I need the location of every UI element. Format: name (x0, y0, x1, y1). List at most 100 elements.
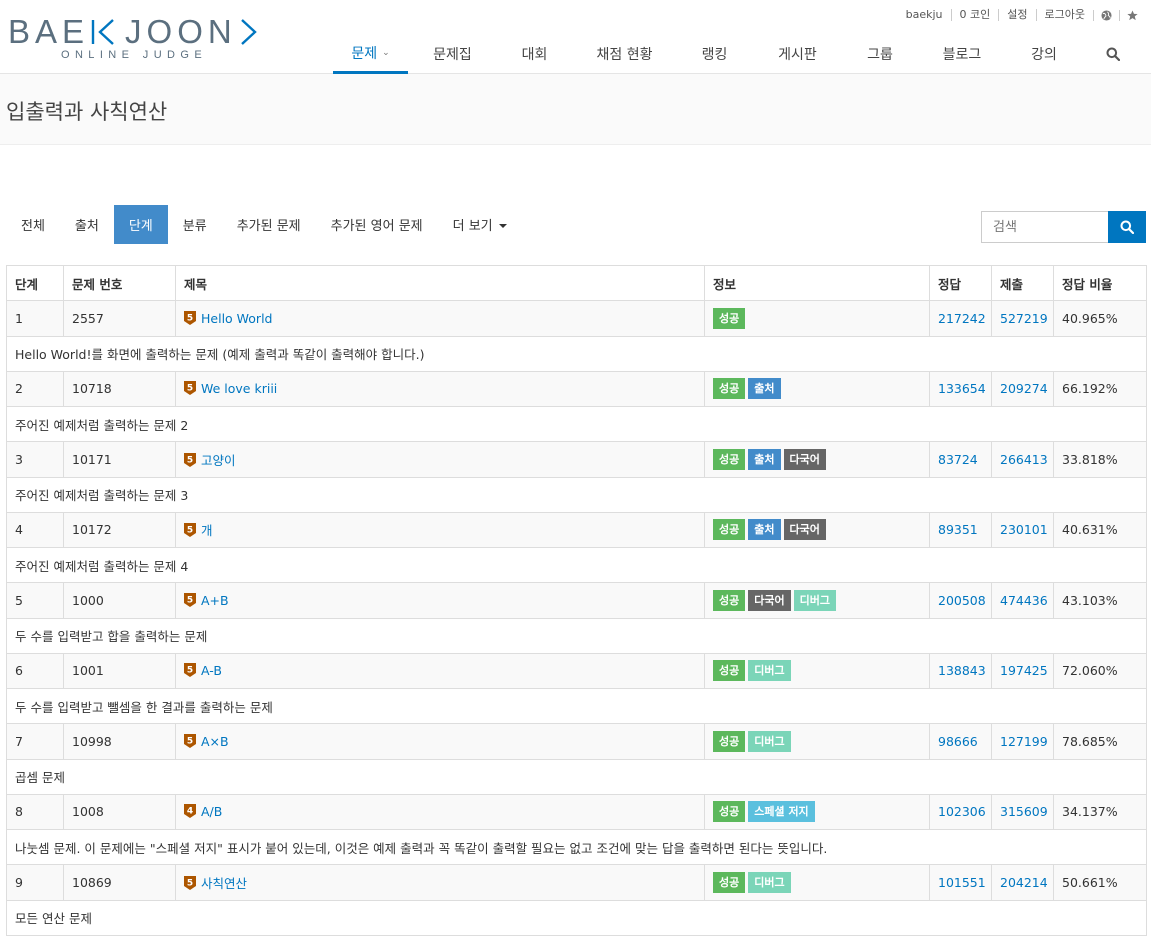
badge-success[interactable]: 성공 (713, 660, 746, 682)
user-menu-username[interactable]: baekju (898, 9, 951, 21)
badge-debug[interactable]: 디버그 (748, 871, 791, 893)
problem-description: 곱셈 문제 (6, 758, 1147, 795)
nav-blog[interactable]: 블로그 (917, 34, 1007, 74)
header-correct[interactable]: 정답 (929, 264, 992, 302)
badge-success[interactable]: 성공 (713, 730, 746, 752)
badge-debug[interactable]: 디버그 (748, 730, 791, 752)
problem-description: 두 수를 입력받고 합을 출력하는 문제 (6, 617, 1147, 654)
badge-multilang[interactable]: 다국어 (783, 519, 826, 541)
problem-description: 주어진 예제처럼 출력하는 문제 4 (6, 546, 1147, 584)
header-problem-id[interactable]: 문제 번호 (63, 264, 176, 302)
badge-success[interactable]: 성공 (713, 871, 746, 893)
problem-table: 단계 문제 번호 제목 정보 정답 제출 정답 비율 1 2557 5 Hello W… (6, 264, 1147, 936)
badge-success[interactable]: 성공 (713, 801, 746, 823)
correct-count-link[interactable]: 217242 (938, 311, 986, 326)
submit-count-link[interactable]: 209274 (1000, 381, 1048, 396)
problem-title-link[interactable]: A+B (201, 593, 229, 608)
table-row: 3 10171 5 고양이 성공 출처 다국어 83724 266413 33.818% (6, 441, 1147, 478)
submit-count-link[interactable]: 266413 (1000, 452, 1048, 467)
nav-search[interactable] (1081, 34, 1145, 74)
ratio-cell: 78.685% (1053, 723, 1147, 760)
problem-title-link[interactable]: A/B (201, 804, 222, 819)
tab-more[interactable]: 더 보기 (438, 205, 522, 244)
problem-title-link[interactable]: A-B (201, 663, 222, 678)
badge-source[interactable]: 출처 (748, 448, 781, 470)
logo[interactable]: BAE JOON ONLINE JUDGE (8, 14, 259, 61)
header-info[interactable]: 정보 (704, 264, 930, 302)
correct-count-link[interactable]: 138843 (938, 663, 986, 678)
submit-count-link[interactable]: 197425 (1000, 663, 1048, 678)
user-menu-logout[interactable]: 로그아웃 (1035, 9, 1093, 21)
problem-title-link[interactable]: 사칙연산 (201, 876, 247, 891)
tab-step[interactable]: 단계 (113, 205, 168, 244)
badge-success[interactable]: 성공 (713, 519, 746, 541)
correct-cell: 89351 (929, 511, 992, 549)
badge-success[interactable]: 성공 (713, 378, 746, 400)
user-menu-settings[interactable]: 설정 (998, 9, 1035, 21)
bronze-tier-icon: 5 (184, 523, 196, 538)
submit-count-link[interactable]: 315609 (1000, 804, 1048, 819)
badge-multilang[interactable]: 다국어 (783, 448, 826, 470)
problem-title-link[interactable]: Hello World (201, 311, 272, 326)
badge-multilang[interactable]: 다국어 (748, 589, 791, 611)
correct-count-link[interactable]: 200508 (938, 593, 986, 608)
correct-count-link[interactable]: 98666 (938, 734, 978, 749)
tab-more-label: 더 보기 (452, 219, 493, 234)
problem-id-cell: 10172 (63, 511, 176, 549)
problem-title-link[interactable]: 개 (201, 523, 213, 538)
problem-description: 모든 연산 문제 (6, 899, 1147, 936)
title-cell: 5 We love kriii (175, 370, 705, 408)
problem-description-row: 모든 연산 문제 (6, 899, 1147, 936)
tab-tag[interactable]: 분류 (168, 205, 222, 244)
nav-ranking[interactable]: 랭킹 (677, 34, 752, 74)
nav-status[interactable]: 채점 현황 (572, 34, 677, 74)
nav-problems-label: 문제 (351, 45, 378, 62)
header-submit[interactable]: 제출 (991, 264, 1054, 302)
correct-count-link[interactable]: 101551 (938, 875, 986, 890)
submit-count-link[interactable]: 474436 (1000, 593, 1048, 608)
badge-source[interactable]: 출처 (748, 378, 781, 400)
globe-icon[interactable] (1093, 9, 1119, 21)
correct-count-link[interactable]: 83724 (938, 452, 978, 467)
nav-lecture[interactable]: 강의 (1007, 34, 1081, 74)
submit-count-link[interactable]: 527219 (1000, 311, 1048, 326)
nav-board[interactable]: 게시판 (752, 34, 843, 74)
bronze-tier-icon: 5 (184, 875, 196, 890)
problem-title-link[interactable]: We love kriii (201, 381, 277, 396)
problem-search (981, 211, 1146, 243)
problem-title-link[interactable]: A×B (201, 734, 229, 749)
title-cell: 5 A+B (175, 582, 705, 619)
star-icon[interactable] (1119, 9, 1145, 21)
tab-added-english[interactable]: 추가된 영어 문제 (316, 205, 438, 244)
problem-title-link[interactable]: 고양이 (201, 453, 236, 468)
submit-count-link[interactable]: 204214 (1000, 875, 1048, 890)
tab-source[interactable]: 출처 (60, 205, 114, 244)
badge-debug[interactable]: 디버그 (793, 589, 836, 611)
header-title[interactable]: 제목 (175, 264, 705, 302)
badge-success[interactable]: 성공 (713, 307, 746, 329)
submit-count-link[interactable]: 230101 (1000, 522, 1048, 537)
search-input[interactable] (981, 211, 1108, 243)
tab-all[interactable]: 전체 (6, 205, 60, 244)
nav-contest[interactable]: 대회 (497, 34, 572, 74)
nav-problems[interactable]: 문제 ⌄ (333, 34, 408, 74)
search-button[interactable] (1108, 211, 1146, 243)
badge-special-judge[interactable]: 스페셜 저지 (748, 801, 815, 823)
main-nav: 문제 ⌄ 문제집 대회 채점 현황 랭킹 게시판 그룹 블로그 강의 (333, 34, 1145, 74)
badge-debug[interactable]: 디버그 (748, 660, 791, 682)
tab-added[interactable]: 추가된 문제 (222, 205, 316, 244)
nav-group[interactable]: 그룹 (843, 34, 917, 74)
info-cell: 성공 디버그 (704, 723, 930, 760)
problem-description-row: 나눗셈 문제. 이 문제에는 "스페셜 저지" 표시가 붙어 있는데, 이것은 … (6, 828, 1147, 866)
badge-source[interactable]: 출처 (748, 519, 781, 541)
header-ratio[interactable]: 정답 비율 (1053, 264, 1147, 302)
user-menu-coins[interactable]: 0 코인 (950, 9, 999, 21)
badge-success[interactable]: 성공 (713, 448, 746, 470)
correct-count-link[interactable]: 89351 (938, 522, 978, 537)
header-step[interactable]: 단계 (6, 264, 64, 302)
nav-workbook[interactable]: 문제집 (408, 34, 497, 74)
correct-count-link[interactable]: 133654 (938, 381, 986, 396)
submit-count-link[interactable]: 127199 (1000, 734, 1048, 749)
correct-count-link[interactable]: 102306 (938, 804, 986, 819)
badge-success[interactable]: 성공 (713, 589, 746, 611)
